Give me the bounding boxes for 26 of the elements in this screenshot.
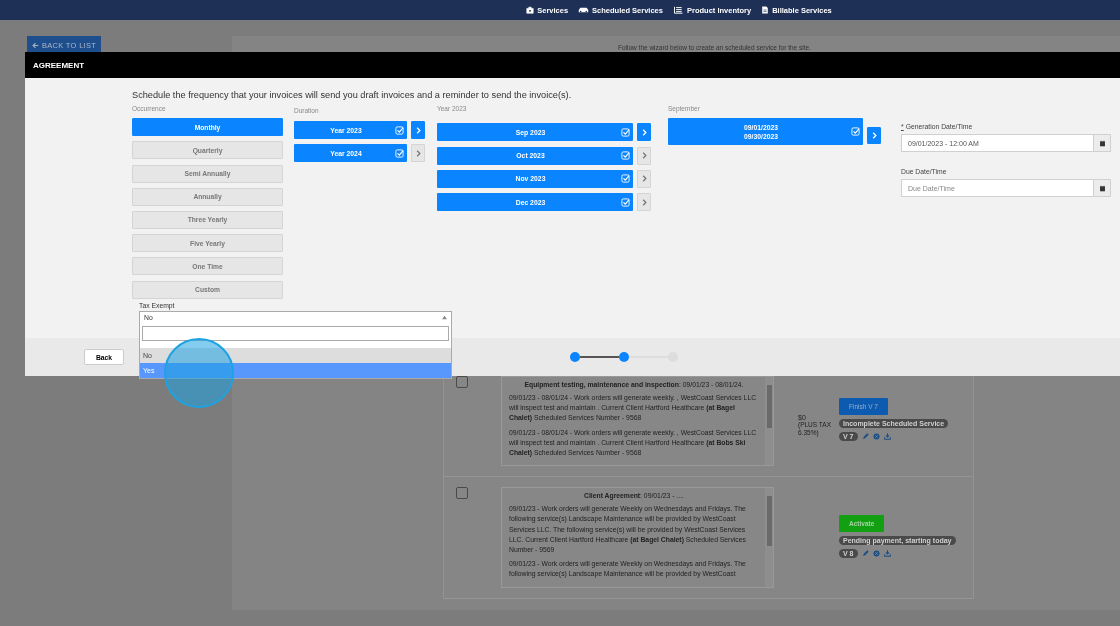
remove-icon[interactable] [872, 433, 880, 440]
calendar-button[interactable] [1093, 179, 1111, 197]
download-icon[interactable] [883, 550, 891, 558]
dialog-title: AGREEMENT [33, 60, 85, 70]
step-connector [580, 356, 619, 358]
scrollbar[interactable] [765, 488, 773, 587]
arrow-left-icon [32, 42, 39, 49]
calendar-icon [1098, 139, 1106, 147]
download-icon[interactable] [883, 433, 891, 440]
expand-button[interactable] [411, 121, 425, 139]
row-checkbox[interactable] [456, 487, 468, 500]
calendar-button[interactable] [1093, 134, 1111, 152]
pencil-icon[interactable] [861, 433, 869, 440]
pencil-icon[interactable] [861, 550, 869, 558]
remove-icon[interactable] [872, 550, 880, 558]
scrollbar[interactable] [765, 377, 773, 466]
car-icon [578, 6, 590, 14]
calendar-icon [1098, 184, 1106, 192]
briefcase-icon [526, 6, 535, 14]
caret-icon [441, 314, 448, 321]
instructions: Schedule the frequency that your invoices will send you draft invoices and a reminder to send the invoice(s). [132, 90, 573, 100]
list-icon [672, 6, 684, 14]
expand-button[interactable] [637, 123, 651, 142]
search-field[interactable] [142, 325, 449, 341]
expand-button[interactable] [867, 127, 881, 144]
document-icon [761, 6, 770, 14]
